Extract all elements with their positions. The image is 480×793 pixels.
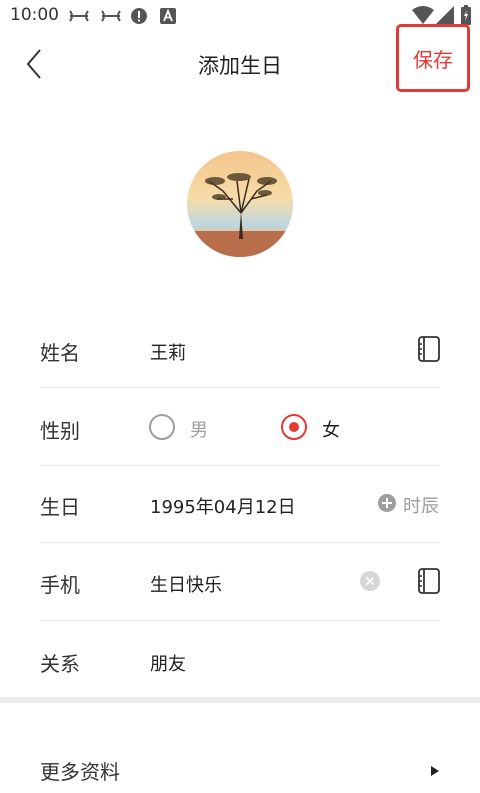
contact-book-icon[interactable] — [418, 568, 440, 598]
clear-icon[interactable] — [360, 571, 380, 595]
phone-row: 手机 生日快乐 — [40, 555, 440, 615]
divider — [40, 387, 440, 388]
name-input[interactable]: 王莉 — [150, 339, 186, 365]
relation-value[interactable]: 朋友 — [150, 650, 186, 676]
alert-icon — [131, 8, 147, 28]
app-header: 添加生日 保存 — [0, 24, 480, 96]
hour-button[interactable]: 时辰 — [403, 492, 439, 518]
notification-icon — [68, 8, 90, 28]
section-divider — [0, 697, 480, 703]
gender-row: 性别 男 女 — [40, 400, 440, 460]
notification-icon — [100, 8, 122, 28]
gender-label: 性别 — [40, 419, 80, 443]
more-info-label: 更多资料 — [40, 760, 120, 784]
triangle-right-icon — [430, 762, 440, 781]
contact-book-icon[interactable] — [418, 336, 440, 366]
female-radio[interactable] — [281, 414, 307, 440]
divider — [40, 542, 440, 543]
add-hour-icon[interactable] — [378, 494, 396, 516]
save-button[interactable]: 保存 — [396, 24, 470, 92]
birthday-label: 生日 — [40, 495, 80, 519]
name-row: 姓名 王莉 — [40, 325, 440, 385]
name-label: 姓名 — [40, 341, 80, 365]
birthday-value[interactable]: 1995年04月12日 — [150, 493, 296, 519]
avatar[interactable] — [187, 151, 293, 257]
app-a-icon — [160, 8, 176, 28]
phone-label: 手机 — [40, 573, 80, 597]
birthday-row: 生日 1995年04月12日 时辰 — [40, 477, 440, 537]
male-radio[interactable] — [149, 414, 175, 440]
male-label: 男 — [190, 420, 208, 441]
tree-photo-icon — [187, 151, 293, 257]
divider — [40, 465, 440, 466]
more-info-row[interactable]: 更多资料 — [40, 742, 440, 792]
status-time: 10:00 — [10, 5, 59, 25]
female-label: 女 — [322, 420, 340, 441]
relation-row[interactable]: 关系 朋友 — [40, 633, 440, 693]
phone-input[interactable]: 生日快乐 — [150, 571, 222, 597]
divider — [40, 620, 440, 621]
relation-label: 关系 — [40, 652, 80, 676]
